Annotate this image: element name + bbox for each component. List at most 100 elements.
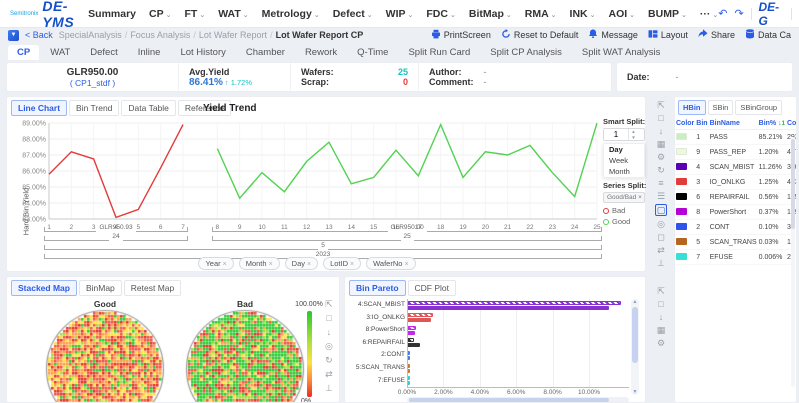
menu-bump[interactable]: BUMP⌄ <box>648 8 687 20</box>
refresh-icon[interactable]: ↻ <box>325 355 333 365</box>
axis-tag-waferno[interactable]: WaferNo× <box>366 257 415 270</box>
pareto-horizontal-scrollbar[interactable] <box>407 397 629 403</box>
split-option-month[interactable]: Month <box>604 166 644 177</box>
target-icon[interactable]: ◎ <box>657 219 665 229</box>
bin-tab-sbingroup[interactable]: SBinGroup <box>735 100 782 115</box>
axis-tag-year[interactable]: Year× <box>198 257 233 270</box>
map-tab-stacked-map[interactable]: Stacked Map <box>11 280 77 296</box>
image-icon[interactable]: ▦ <box>657 139 666 149</box>
breadcrumb-item[interactable]: Lot Wafer Report CP <box>276 30 364 40</box>
map-tab-binmap[interactable]: BinMap <box>79 280 122 296</box>
menu-ft[interactable]: FT⌄ <box>185 8 206 20</box>
undo-icon[interactable]: ↶ <box>718 7 727 20</box>
smart-split-input[interactable] <box>604 129 628 140</box>
pareto-vertical-scrollbar[interactable]: ▲ ▼ <box>631 299 639 395</box>
column-header-count[interactable]: Count <box>786 118 797 130</box>
bar-good[interactable] <box>408 369 410 373</box>
action-message[interactable]: Message <box>588 29 638 41</box>
bar-good[interactable] <box>408 318 431 322</box>
close-icon[interactable]: × <box>269 261 273 268</box>
series-split-tag[interactable]: Good/Bad × <box>603 192 645 203</box>
back-button[interactable]: < Back <box>25 30 53 40</box>
menu-cp[interactable]: CP⌄ <box>149 8 171 20</box>
column-header-binname[interactable]: BinName <box>709 118 758 130</box>
menu-defect[interactable]: Defect⌄ <box>333 8 373 20</box>
column-header-bin[interactable]: Bin <box>695 118 708 130</box>
good-wafer-map[interactable] <box>45 309 165 403</box>
trend-tab-line-chart[interactable]: Line Chart <box>11 100 67 116</box>
action-reset-to-default[interactable]: Reset to Default <box>501 29 579 41</box>
swap-icon[interactable]: ⇄ <box>657 245 665 255</box>
trend-tab-data-table[interactable]: Data Table <box>121 100 175 116</box>
tab-defect[interactable]: Defect <box>81 45 126 60</box>
column-header-color[interactable]: Color <box>675 118 695 130</box>
table-row[interactable]: 7EFUSE0.006%2 <box>675 250 797 265</box>
pareto-tab-bin-pareto[interactable]: Bin Pareto <box>349 280 406 296</box>
split-option-week[interactable]: Week <box>604 155 644 166</box>
action-data-ca[interactable]: Data Ca <box>745 29 791 41</box>
stepper-down-icon[interactable]: ▼ <box>629 135 638 141</box>
breadcrumb-item[interactable]: SpecialAnalysis <box>59 30 122 40</box>
table-row[interactable]: 9PASS_REP1.20%417 <box>675 145 797 160</box>
copy-icon[interactable]: □ <box>658 113 663 123</box>
bin-pareto-chart[interactable]: 0.00%2.00%4.00%6.00%8.00%10.00%4:SCAN_MB… <box>347 299 629 402</box>
table-row[interactable]: 2CONT0.10%36 <box>675 220 797 235</box>
copy-icon[interactable]: □ <box>658 299 663 309</box>
table-row[interactable]: 4SCAN_MBIST11.26%3908 <box>675 160 797 175</box>
table-scrollbar[interactable] <box>791 137 795 387</box>
image-icon[interactable]: ▦ <box>657 325 666 335</box>
redo-icon[interactable]: ↷ <box>734 7 743 20</box>
menu-item[interactable]: ···⌄ <box>700 8 718 20</box>
tab-split-wat-analysis[interactable]: Split WAT Analysis <box>573 45 670 60</box>
download-icon[interactable]: ↓ <box>659 312 664 322</box>
bin-tab-hbin[interactable]: HBin <box>678 100 706 115</box>
table-row[interactable]: 3IO_ONLKG1.25%433 <box>675 175 797 190</box>
trend-tab-bin-trend[interactable]: Bin Trend <box>69 100 119 116</box>
menu-wip[interactable]: WIP⌄ <box>386 8 414 20</box>
split-option-day[interactable]: Day <box>604 144 644 155</box>
expand-icon[interactable]: ⇱ <box>657 286 665 296</box>
table-row[interactable]: 6REPAIRFAIL0.56%195 <box>675 190 797 205</box>
bar-bad[interactable] <box>408 351 410 355</box>
bar-good[interactable] <box>408 331 415 335</box>
swap-icon[interactable]: ⇄ <box>325 369 333 379</box>
close-icon[interactable]: × <box>223 261 227 268</box>
select-box-icon[interactable]: ▢ <box>655 204 668 216</box>
baseline-icon[interactable]: ⊥ <box>657 258 665 268</box>
legend-bad[interactable]: Bad <box>603 206 645 215</box>
bar-bad[interactable] <box>408 376 410 380</box>
tab-rework[interactable]: Rework <box>296 45 346 60</box>
menu-metrology[interactable]: Metrology⌄ <box>262 8 320 20</box>
map-tab-retest-map[interactable]: Retest Map <box>124 280 181 296</box>
scroll-down-icon[interactable]: ▼ <box>631 389 639 395</box>
target-icon[interactable]: ◎ <box>325 341 333 351</box>
menu-wat[interactable]: WAT⌄ <box>218 8 248 20</box>
close-icon[interactable]: × <box>404 261 408 268</box>
table-row[interactable]: 5SCAN_TRANS0.03%11 <box>675 235 797 250</box>
tab-inline[interactable]: Inline <box>129 45 170 60</box>
menu-ink[interactable]: INK⌄ <box>570 8 596 20</box>
download-icon[interactable]: ↓ <box>327 327 332 337</box>
breadcrumb-item[interactable]: Focus Analysis <box>130 30 190 40</box>
expand-icon[interactable]: ⇱ <box>657 100 665 110</box>
tab-cp[interactable]: CP <box>8 45 39 60</box>
bar-bad[interactable] <box>408 301 621 305</box>
baseline-icon[interactable]: ⊥ <box>325 383 333 393</box>
menu-summary[interactable]: Summary <box>88 8 136 20</box>
scroll-thumb[interactable] <box>409 398 609 402</box>
gear-icon[interactable]: ⚙ <box>657 338 665 348</box>
bar-good[interactable] <box>408 343 420 347</box>
axis-tag-day[interactable]: Day× <box>285 257 318 270</box>
table-row[interactable]: 8PowerShort0.37%129 <box>675 205 797 220</box>
tab-split-cp-analysis[interactable]: Split CP Analysis <box>481 45 571 60</box>
filter-app-icon[interactable]: ▼ <box>8 30 19 41</box>
scroll-thumb[interactable] <box>632 307 638 363</box>
action-layout[interactable]: Layout <box>648 29 688 41</box>
pareto-tab-cdf-plot[interactable]: CDF Plot <box>408 280 456 296</box>
frame-icon[interactable]: ◻ <box>657 232 664 242</box>
axis-tag-month[interactable]: Month× <box>239 257 280 270</box>
de-g-logo[interactable]: DE-G <box>759 0 785 28</box>
lot-subtitle[interactable]: ( CP1_stdf ) <box>70 78 115 88</box>
tab-split-run-card[interactable]: Split Run Card <box>399 45 479 60</box>
action-printscreen[interactable]: PrintScreen <box>431 29 491 41</box>
